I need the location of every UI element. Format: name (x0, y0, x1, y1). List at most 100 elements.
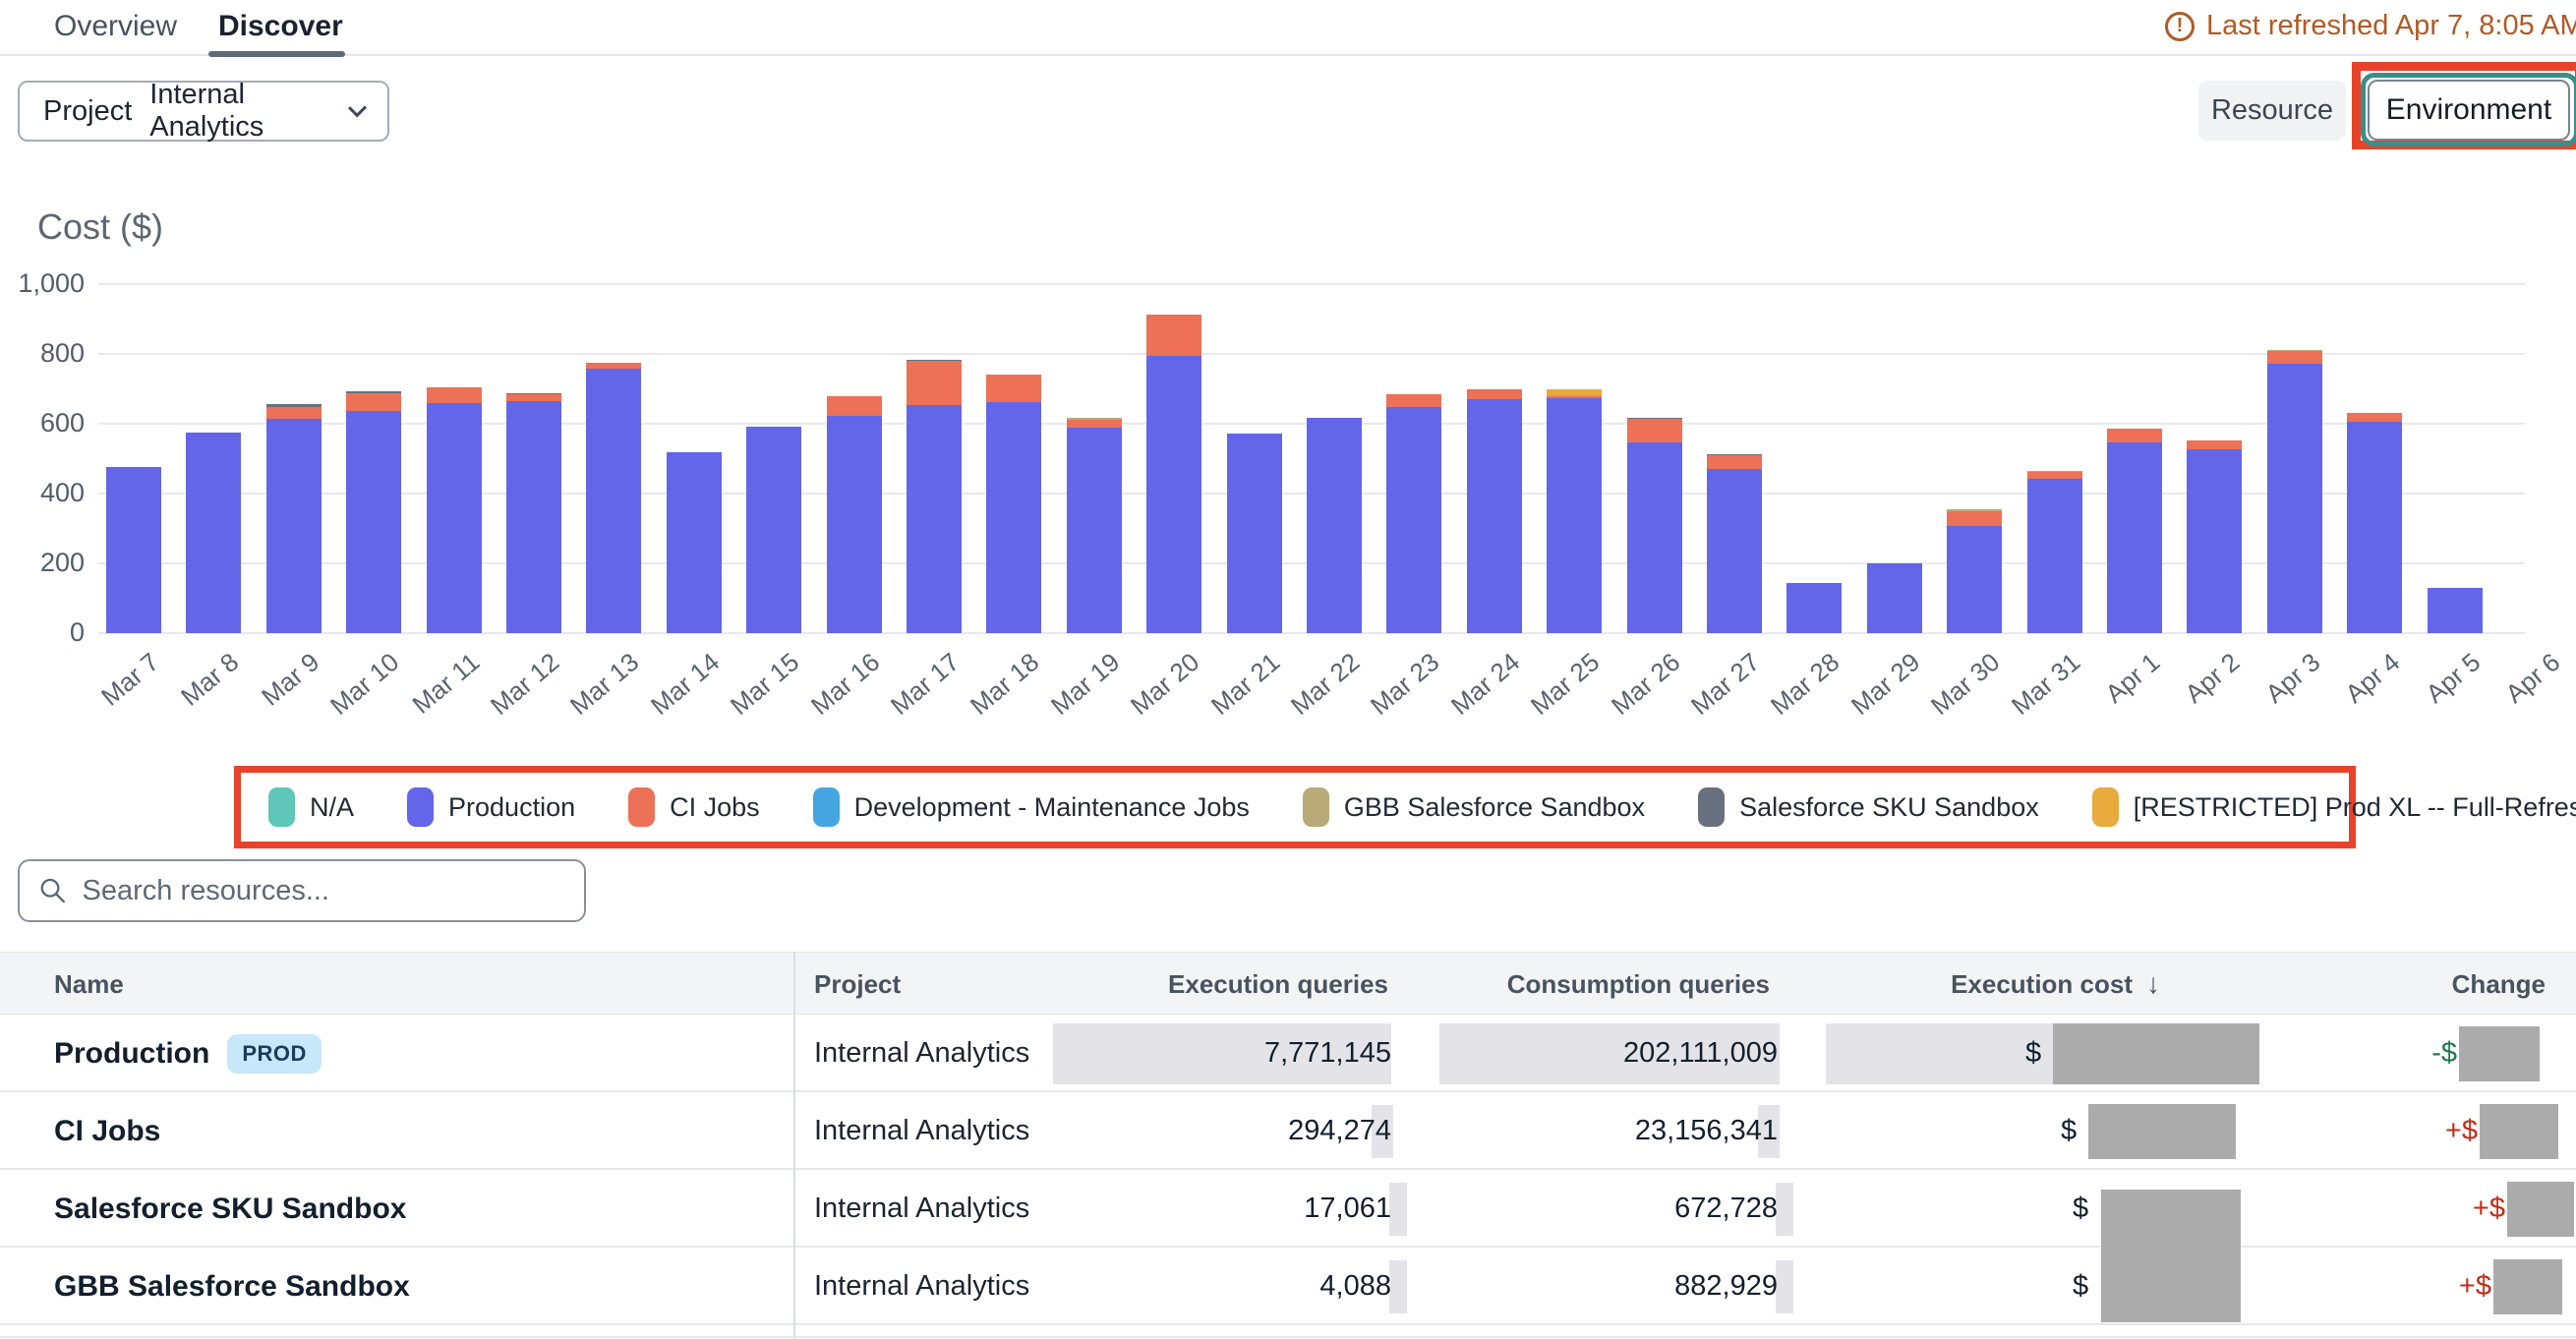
change-cell: +$ (2445, 1092, 2558, 1170)
bar-apr-3[interactable] (2267, 350, 2322, 633)
bar-mar-24[interactable] (1467, 389, 1522, 633)
project-filter-dropdown[interactable]: Project Internal Analytics (18, 81, 389, 142)
bar-mar-29[interactable] (1867, 563, 1922, 633)
bar-mar-10[interactable] (346, 391, 401, 633)
bar-segment (586, 369, 641, 633)
redaction-block (2088, 1104, 2236, 1159)
bar-segment (427, 403, 482, 633)
resources-table: Name Project Execution queries Consumpti… (0, 952, 2576, 1339)
table-row[interactable]: CI JobsInternal Analytics294,27423,156,3… (0, 1092, 2576, 1170)
bar-mar-17[interactable] (907, 360, 962, 633)
bar-mar-25[interactable] (1547, 389, 1602, 633)
bar-mar-22[interactable] (1307, 418, 1362, 633)
bar-segment (1867, 563, 1922, 633)
bar-segment (827, 396, 882, 417)
resource-name-text: Salesforce SKU Sandbox (54, 1193, 406, 1226)
bar-apr-4[interactable] (2347, 413, 2402, 633)
legend-label: Production (448, 792, 575, 823)
bar-mar-16[interactable] (827, 396, 882, 633)
project-cell: Internal Analytics (814, 1092, 1029, 1170)
gridline (98, 283, 2525, 285)
bar-mar-13[interactable] (586, 363, 641, 634)
bar-segment (1146, 356, 1201, 633)
bar-segment (1386, 394, 1441, 406)
highlight-block (1776, 1260, 1793, 1313)
redaction-block (2507, 1182, 2574, 1237)
column-header-execution-cost[interactable]: Execution cost ↓ (1951, 953, 2160, 1016)
bar-segment (1947, 511, 2002, 526)
change-cell: -$ (2431, 1015, 2540, 1092)
bar-mar-9[interactable] (266, 404, 322, 633)
bar-segment (1947, 526, 2002, 633)
environment-toggle-button[interactable]: Environment (2368, 80, 2570, 141)
bar-mar-23[interactable] (1386, 394, 1441, 633)
highlight-block (1389, 1183, 1407, 1236)
search-input[interactable] (83, 875, 564, 907)
resource-name: CI Jobs (54, 1092, 160, 1170)
bar-apr-5[interactable] (2428, 588, 2483, 633)
bar-mar-15[interactable] (746, 427, 801, 633)
last-refreshed-text: Last refreshed Apr 7, 8:05 AM PDT (2206, 10, 2576, 42)
resource-name-text: GBB Salesforce Sandbox (54, 1270, 410, 1304)
legend-item[interactable]: Development - Maintenance Jobs (813, 787, 1250, 827)
bar-mar-28[interactable] (1786, 583, 1842, 633)
bar-segment (986, 402, 1041, 633)
bar-segment (2107, 429, 2162, 442)
search-icon (39, 876, 67, 905)
bar-segment (2267, 364, 2322, 633)
bar-apr-2[interactable] (2187, 440, 2242, 633)
column-header-name[interactable]: Name (54, 953, 124, 1016)
project-filter-value: Internal Analytics (149, 79, 350, 144)
bar-apr-1[interactable] (2107, 429, 2162, 633)
execution-cost-cell: $ (2025, 1015, 2041, 1092)
legend-item[interactable]: [RESTRICTED] Prod XL -- Full-Refresh job… (2092, 787, 2576, 827)
project-cell: Internal Analytics (814, 1248, 1029, 1325)
execution-cost-cell: $ (2073, 1248, 2088, 1325)
search-box (18, 859, 586, 922)
bar-mar-26[interactable] (1627, 418, 1682, 633)
row-divider (0, 1336, 2576, 1338)
highlight-block (1776, 1183, 1793, 1236)
bar-mar-14[interactable] (667, 452, 722, 633)
bar-segment (2267, 351, 2322, 364)
cost-chart: Cost ($) 02004006008001,000Mar 7Mar 8Mar… (0, 197, 2576, 762)
bar-mar-20[interactable] (1146, 315, 1201, 633)
bar-segment (2027, 479, 2082, 633)
bar-mar-19[interactable] (1067, 418, 1122, 633)
bar-segment (506, 394, 561, 401)
bar-segment (2428, 588, 2483, 633)
tab-overview[interactable]: Overview (54, 10, 177, 43)
redaction-block (2459, 1026, 2540, 1081)
legend-item[interactable]: Salesforce SKU Sandbox (1698, 787, 2039, 827)
change-cell: +$ (2459, 1248, 2562, 1325)
consumption-queries-cell: 882,929 (1674, 1248, 1778, 1325)
bar-mar-7[interactable] (106, 467, 161, 633)
change-prefix: +$ (2459, 1270, 2491, 1303)
column-header-consumption-queries[interactable]: Consumption queries (1507, 953, 1770, 1016)
change-prefix: -$ (2431, 1037, 2457, 1070)
legend-label: CI Jobs (670, 792, 760, 823)
column-header-execution-queries[interactable]: Execution queries (1168, 953, 1388, 1016)
legend-item[interactable]: Production (407, 787, 575, 827)
bar-mar-31[interactable] (2027, 471, 2082, 633)
bar-segment (907, 361, 962, 405)
bar-mar-21[interactable] (1227, 434, 1282, 633)
bar-mar-27[interactable] (1707, 454, 1762, 633)
redaction-block (2493, 1259, 2562, 1314)
column-header-project[interactable]: Project (814, 953, 901, 1016)
bar-mar-12[interactable] (506, 393, 561, 633)
bar-mar-30[interactable] (1947, 509, 2002, 633)
table-row[interactable]: ProductionPRODInternal Analytics7,771,14… (0, 1015, 2576, 1092)
resource-toggle-button[interactable]: Resource (2198, 81, 2346, 141)
bar-mar-11[interactable] (427, 387, 482, 633)
legend-item[interactable]: CI Jobs (628, 787, 760, 827)
bar-segment (1227, 434, 1282, 633)
legend-item[interactable]: N/A (268, 787, 354, 827)
bar-mar-8[interactable] (186, 433, 241, 633)
bar-mar-18[interactable] (986, 375, 1041, 633)
tab-discover[interactable]: Discover (218, 10, 343, 43)
legend-item[interactable]: GBB Salesforce Sandbox (1303, 787, 1645, 827)
legend-swatch (813, 787, 840, 827)
bar-segment (427, 387, 482, 403)
column-header-change[interactable]: Change (2452, 953, 2546, 1016)
